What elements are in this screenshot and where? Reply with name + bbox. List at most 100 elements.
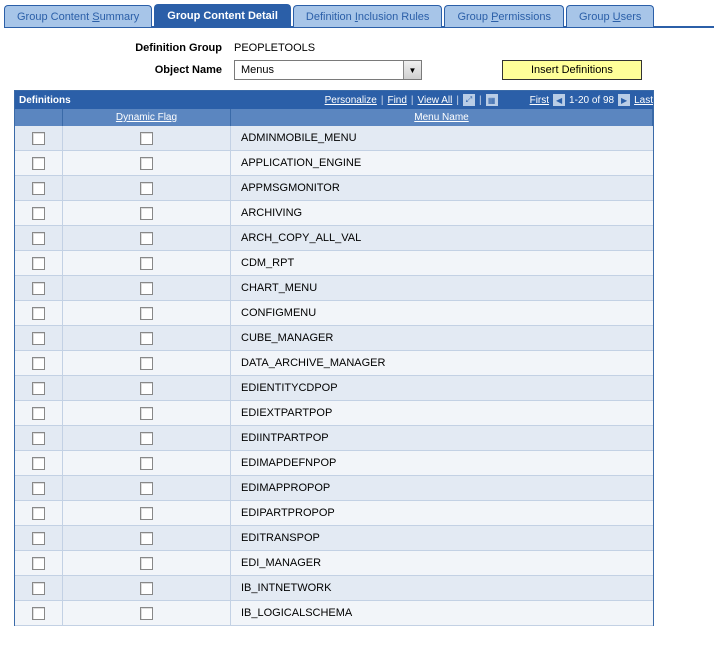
row-select-checkbox[interactable] — [32, 157, 45, 170]
row-select-checkbox[interactable] — [32, 482, 45, 495]
row-flag-cell — [63, 401, 231, 425]
row-select-checkbox[interactable] — [32, 432, 45, 445]
dynamic-flag-checkbox[interactable] — [140, 282, 153, 295]
dynamic-flag-checkbox[interactable] — [140, 432, 153, 445]
tab-group-permissions[interactable]: Group Permissions — [444, 5, 564, 27]
row-menu-name: DATA_ARCHIVE_MANAGER — [231, 351, 653, 375]
tab-group-content-summary[interactable]: Group Content Summary — [4, 5, 152, 27]
insert-definitions-button[interactable]: Insert Definitions — [502, 60, 642, 80]
row-select-checkbox[interactable] — [32, 607, 45, 620]
table-row: EDI_MANAGER — [15, 551, 653, 576]
row-select-checkbox[interactable] — [32, 357, 45, 370]
table-row: EDIINTPARTPOP — [15, 426, 653, 451]
dynamic-flag-checkbox[interactable] — [140, 307, 153, 320]
row-select-checkbox[interactable] — [32, 407, 45, 420]
row-select-cell — [15, 326, 63, 350]
row-select-checkbox[interactable] — [32, 232, 45, 245]
row-select-cell — [15, 251, 63, 275]
dynamic-flag-checkbox[interactable] — [140, 382, 153, 395]
row-select-checkbox[interactable] — [32, 307, 45, 320]
tab-group-users[interactable]: Group Users — [566, 5, 654, 27]
row-select-checkbox[interactable] — [32, 332, 45, 345]
row-menu-name: EDIEXTPARTPOP — [231, 401, 653, 425]
row-flag-cell — [63, 301, 231, 325]
row-flag-cell — [63, 201, 231, 225]
row-select-checkbox[interactable] — [32, 382, 45, 395]
row-select-cell — [15, 351, 63, 375]
dynamic-flag-checkbox[interactable] — [140, 332, 153, 345]
row-menu-name: ARCHIVING — [231, 201, 653, 225]
object-name-value: Menus — [235, 62, 403, 78]
dynamic-flag-checkbox[interactable] — [140, 207, 153, 220]
row-select-checkbox[interactable] — [32, 257, 45, 270]
row-select-checkbox[interactable] — [32, 507, 45, 520]
table-row: EDIEXTPARTPOP — [15, 401, 653, 426]
dynamic-flag-checkbox[interactable] — [140, 157, 153, 170]
table-row: IB_LOGICALSCHEMA — [15, 601, 653, 626]
row-select-cell — [15, 301, 63, 325]
row-flag-cell — [63, 251, 231, 275]
dynamic-flag-checkbox[interactable] — [140, 257, 153, 270]
object-name-select[interactable]: Menus ▼ — [234, 60, 422, 80]
row-select-checkbox[interactable] — [32, 532, 45, 545]
tab-group-content-detail[interactable]: Group Content Detail — [154, 4, 291, 26]
next-page-icon[interactable]: ▶ — [618, 94, 630, 106]
row-select-checkbox[interactable] — [32, 457, 45, 470]
row-select-checkbox[interactable] — [32, 282, 45, 295]
dynamic-flag-checkbox[interactable] — [140, 532, 153, 545]
find-link[interactable]: Find — [387, 95, 406, 106]
definitions-grid: Definitions Personalize | Find | View Al… — [14, 90, 654, 626]
row-menu-name: EDIINTPARTPOP — [231, 426, 653, 450]
grid-title: Definitions — [15, 95, 71, 106]
dynamic-flag-checkbox[interactable] — [140, 457, 153, 470]
zoom-icon[interactable]: ⤢ — [463, 94, 475, 106]
row-menu-name: EDI_MANAGER — [231, 551, 653, 575]
row-select-cell — [15, 551, 63, 575]
download-icon[interactable]: ▦ — [486, 94, 498, 106]
row-menu-name: ADMINMOBILE_MENU — [231, 126, 653, 150]
dynamic-flag-checkbox[interactable] — [140, 407, 153, 420]
object-name-label: Object Name — [14, 64, 234, 76]
row-select-checkbox[interactable] — [32, 132, 45, 145]
chevron-down-icon: ▼ — [403, 61, 421, 79]
table-row: ARCH_COPY_ALL_VAL — [15, 226, 653, 251]
row-select-cell — [15, 576, 63, 600]
table-row: APPLICATION_ENGINE — [15, 151, 653, 176]
dynamic-flag-checkbox[interactable] — [140, 507, 153, 520]
personalize-link[interactable]: Personalize — [325, 95, 377, 106]
row-menu-name: EDIENTITYCDPOP — [231, 376, 653, 400]
dynamic-flag-checkbox[interactable] — [140, 582, 153, 595]
row-select-checkbox[interactable] — [32, 207, 45, 220]
view-all-link[interactable]: View All — [418, 95, 453, 106]
last-link[interactable]: Last — [634, 95, 653, 106]
row-flag-cell — [63, 151, 231, 175]
dynamic-flag-checkbox[interactable] — [140, 557, 153, 570]
dynamic-flag-checkbox[interactable] — [140, 232, 153, 245]
row-select-checkbox[interactable] — [32, 582, 45, 595]
row-flag-cell — [63, 451, 231, 475]
prev-page-icon[interactable]: ◀ — [553, 94, 565, 106]
header-menu-name[interactable]: Menu Name — [231, 109, 653, 126]
dynamic-flag-checkbox[interactable] — [140, 182, 153, 195]
row-flag-cell — [63, 576, 231, 600]
header-dynamic-flag[interactable]: Dynamic Flag — [63, 109, 231, 126]
row-menu-name: EDIMAPDEFNPOP — [231, 451, 653, 475]
row-flag-cell — [63, 376, 231, 400]
row-select-checkbox[interactable] — [32, 182, 45, 195]
row-menu-name: EDIMAPPROPOP — [231, 476, 653, 500]
row-select-checkbox[interactable] — [32, 557, 45, 570]
table-row: DATA_ARCHIVE_MANAGER — [15, 351, 653, 376]
row-select-cell — [15, 176, 63, 200]
row-select-cell — [15, 276, 63, 300]
row-menu-name: CHART_MENU — [231, 276, 653, 300]
row-menu-name: APPMSGMONITOR — [231, 176, 653, 200]
tab-definition-inclusion-rules[interactable]: Definition Inclusion Rules — [293, 5, 443, 27]
dynamic-flag-checkbox[interactable] — [140, 482, 153, 495]
dynamic-flag-checkbox[interactable] — [140, 607, 153, 620]
dynamic-flag-checkbox[interactable] — [140, 132, 153, 145]
table-row: APPMSGMONITOR — [15, 176, 653, 201]
definition-group-value: PEOPLETOOLS — [234, 42, 315, 54]
row-flag-cell — [63, 276, 231, 300]
first-link[interactable]: First — [530, 95, 549, 106]
dynamic-flag-checkbox[interactable] — [140, 357, 153, 370]
